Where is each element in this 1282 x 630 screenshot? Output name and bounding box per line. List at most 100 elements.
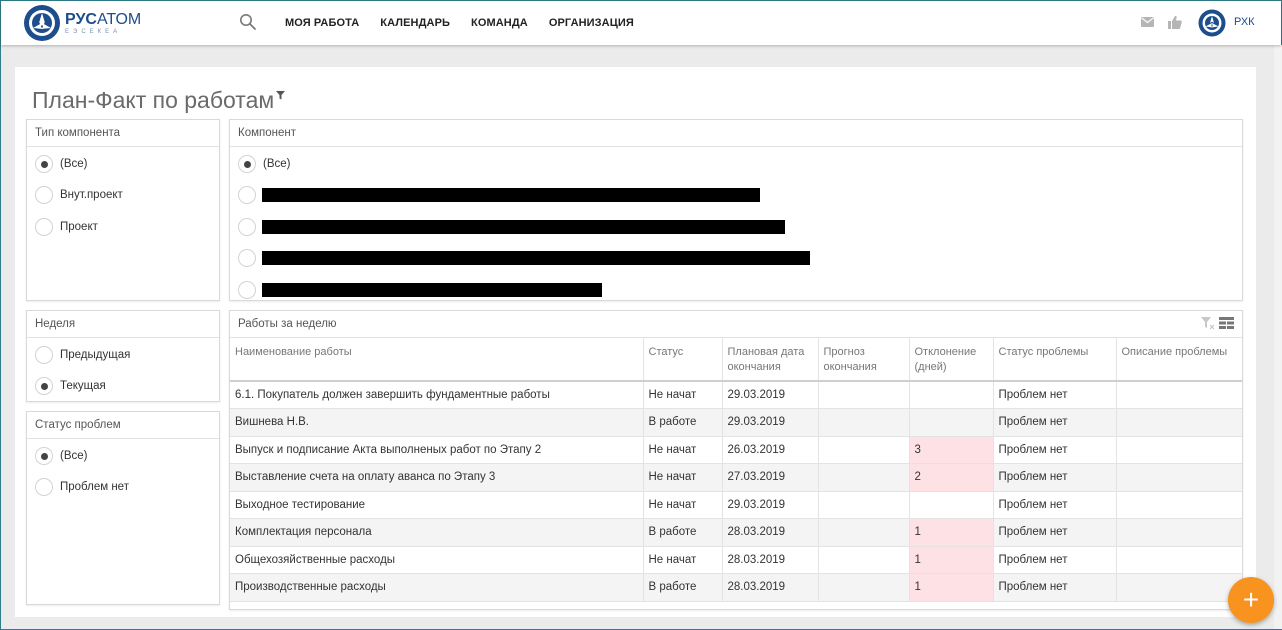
search-icon[interactable] [239,13,257,31]
radio-label: (Все) [263,157,291,170]
column-header-work-name[interactable]: Наименование работы [230,338,644,382]
cell-problem-description [1116,546,1242,574]
cell-status: Не начат [643,546,723,574]
column-header-problem-description[interactable]: Описание проблемы [1116,338,1242,382]
cell-forecast [818,463,910,492]
problem-status-panel: Статус проблем (Все) Проблем нет [26,411,220,605]
cell-work-name: 6.1. Покупатель должен завершить фундаме… [230,381,644,409]
cell-status: Не начат [643,463,723,492]
radio-button[interactable] [35,154,53,173]
radio-button[interactable] [238,154,256,173]
cell-work-name: Производственные расходы [230,573,644,602]
column-header-status[interactable]: Статус [643,338,723,382]
radio-label: Предыдущая [60,348,131,361]
radio-option-redacted[interactable] [230,243,1242,275]
cell-problem-status: Проблем нет [993,463,1117,492]
table-row[interactable]: Вишнева Н.В. В работе 29.03.2019 Проблем… [230,408,1242,437]
column-header-forecast[interactable]: Прогноз окончания [818,338,910,382]
nav-organization[interactable]: ОРГАНИЗАЦИЯ [549,17,634,29]
panel-title: Компонент [230,120,1242,147]
top-bar: РУСАТОМ ЕЭСЕКЕА МОЯ РАБОТА КАЛЕНДАРЬ КОМ… [1,1,1281,45]
avatar[interactable] [1198,9,1226,37]
radio-option-internal-project[interactable]: Внут.проект [27,180,219,212]
works-table: Наименование работы Статус Плановая дата… [230,338,1242,602]
radio-button[interactable] [35,478,53,497]
cell-planned-date: 28.03.2019 [722,573,819,602]
radio-button[interactable] [35,186,53,205]
radio-label: Внут.проект [60,189,123,202]
radio-option-redacted[interactable] [230,211,1242,243]
nav-my-work[interactable]: МОЯ РАБОТА [285,17,359,29]
panel-title: Работы за неделю [230,311,1242,338]
thumbs-up-icon[interactable] [1168,15,1182,29]
component-type-panel: Тип компонента (Все) Внут.проект Проект [26,119,220,301]
filter-icon[interactable] [276,91,285,100]
cell-problem-description [1116,463,1242,492]
cell-status: Не начат [643,381,723,409]
radio-option-all[interactable]: (Все) [230,148,1242,180]
cell-planned-date: 29.03.2019 [722,491,819,519]
cell-work-name: Выставление счета на оплату аванса по Эт… [230,463,644,492]
nav-calendar[interactable]: КАЛЕНДАРЬ [380,17,450,29]
cell-status: Не начат [643,436,723,464]
cell-deviation [909,408,994,437]
cell-problem-status: Проблем нет [993,573,1117,602]
cell-problem-status: Проблем нет [993,408,1117,437]
cell-planned-date: 26.03.2019 [722,436,819,464]
rosatom-logo-icon[interactable] [23,4,61,42]
radio-button[interactable] [35,345,53,364]
table-row[interactable]: 6.1. Покупатель должен завершить фундаме… [230,381,1242,409]
table-row[interactable]: Общехозяйственные расходы Не начат 28.03… [230,546,1242,574]
radio-button[interactable] [35,217,53,236]
mail-icon[interactable] [1141,17,1154,27]
cell-problem-status: Проблем нет [993,518,1117,547]
user-name[interactable]: РХК [1234,16,1255,28]
cell-status: Не начат [643,491,723,519]
cell-deviation: 2 [909,463,994,492]
column-header-problem-status[interactable]: Статус проблемы [993,338,1117,382]
radio-option-redacted[interactable] [230,274,1242,306]
cell-planned-date: 28.03.2019 [722,518,819,547]
plus-icon: + [1242,584,1260,615]
brand: РУСАТОМ ЕЭСЕКЕА [65,11,141,35]
clear-filter-icon[interactable] [1201,317,1215,330]
cell-problem-description [1116,491,1242,519]
column-header-deviation[interactable]: Отклонение (дней) [909,338,994,382]
radio-button[interactable] [238,249,256,268]
table-row[interactable]: Комплектация персонала В работе 28.03.20… [230,518,1242,547]
cell-planned-date: 27.03.2019 [722,463,819,492]
radio-label: Проблем нет [60,481,129,494]
radio-button[interactable] [238,217,256,236]
table-row[interactable]: Выставление счета на оплату аванса по Эт… [230,463,1242,492]
nav-team[interactable]: КОМАНДА [471,17,528,29]
table-row[interactable]: Выпуск и подписание Акта выполненых рабо… [230,436,1242,464]
cell-work-name: Общехозяйственные расходы [230,546,644,574]
radio-option-redacted[interactable] [230,180,1242,212]
radio-button[interactable] [238,186,256,205]
radio-button[interactable] [238,280,256,299]
radio-option-current-week[interactable]: Текущая [27,371,219,403]
table-row[interactable]: Выходное тестирование Не начат 29.03.201… [230,491,1242,519]
radio-option-previous-week[interactable]: Предыдущая [27,339,219,371]
radio-option-no-problems[interactable]: Проблем нет [27,472,219,504]
radio-label: (Все) [60,157,88,170]
week-panel: Неделя Предыдущая Текущая [26,310,220,402]
add-button[interactable]: + [1228,577,1274,623]
radio-option-all[interactable]: (Все) [27,148,219,180]
radio-option-project[interactable]: Проект [27,211,219,243]
panel-title: Тип компонента [27,120,219,147]
redacted-label [262,219,785,234]
page-scrollbar[interactable] [1274,45,1282,629]
cell-work-name: Комплектация персонала [230,518,644,547]
radio-button[interactable] [35,377,53,396]
radio-label: Проект [60,220,98,233]
radio-button[interactable] [35,446,53,465]
radio-option-all[interactable]: (Все) [27,440,219,472]
table-row[interactable]: Производственные расходы В работе 28.03.… [230,573,1242,602]
cell-work-name: Выпуск и подписание Акта выполненых рабо… [230,436,644,464]
cell-problem-status: Проблем нет [993,381,1117,409]
column-header-planned-date[interactable]: Плановая дата окончания [722,338,819,382]
table-header-row: Наименование работы Статус Плановая дата… [230,338,1242,382]
cell-forecast [818,573,910,602]
table-layout-icon[interactable] [1219,317,1234,329]
